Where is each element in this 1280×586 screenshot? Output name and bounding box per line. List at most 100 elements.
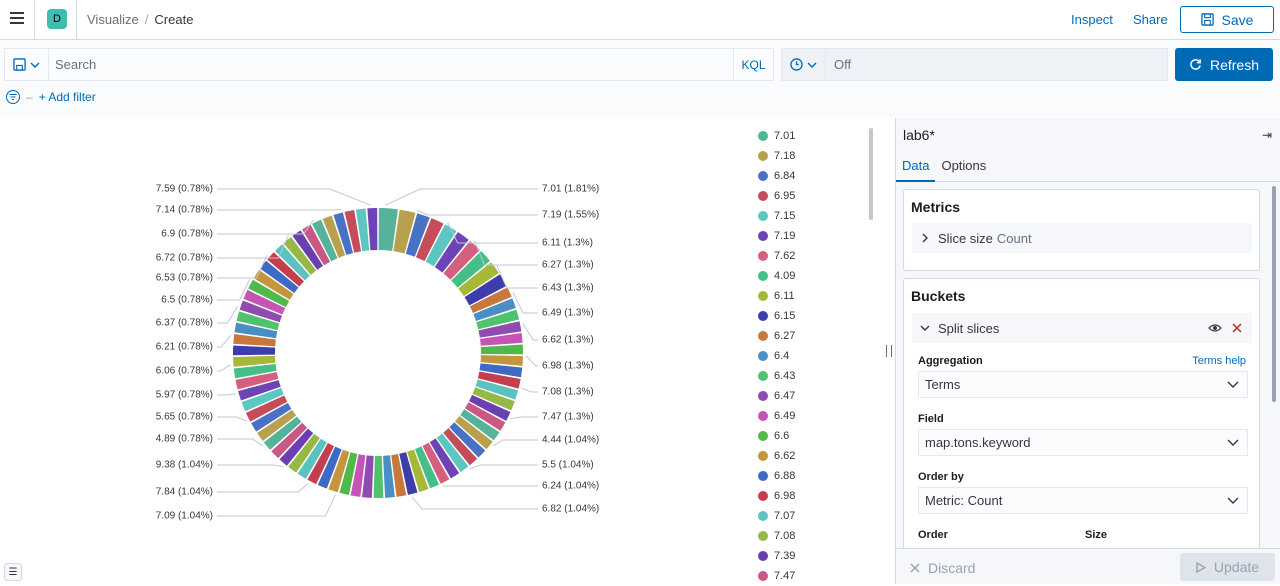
add-filter-link[interactable]: + Add filter [39, 90, 96, 104]
aggregation-select[interactable]: Terms [918, 371, 1248, 398]
slice-label: 6.43 (1.3%) [542, 283, 594, 294]
legend-item[interactable]: 7.18 [758, 146, 795, 166]
legend-item[interactable]: 6.15 [758, 306, 795, 326]
update-button[interactable]: Update [1180, 553, 1275, 581]
eye-icon[interactable] [1208, 322, 1222, 334]
legend-label: 6.15 [774, 310, 795, 322]
field-select[interactable]: map.tons.keyword [918, 429, 1248, 456]
label-leader-line [217, 335, 231, 347]
legend-item[interactable]: 6.95 [758, 186, 795, 206]
legend-item[interactable]: 6.4 [758, 346, 795, 366]
slice-label: 7.08 (1.3%) [542, 387, 594, 398]
legend-swatch [758, 551, 768, 561]
legend-item[interactable]: 7.19 [758, 226, 795, 246]
sidebar-scrollbar[interactable] [1272, 186, 1276, 402]
inspect-link[interactable]: Inspect [1071, 12, 1113, 27]
slice-label: 6.98 (1.3%) [542, 361, 594, 372]
legend-item[interactable]: 6.88 [758, 466, 795, 486]
pie-slice[interactable] [374, 456, 384, 498]
kql-toggle[interactable]: KQL [733, 49, 773, 80]
legend-swatch [758, 331, 768, 341]
legend-item[interactable]: 6.62 [758, 446, 795, 466]
legend-label: 6.49 [774, 410, 795, 422]
slice-label: 7.59 (0.78%) [156, 184, 213, 195]
orderby-select[interactable]: Metric: Count [918, 487, 1248, 514]
legend-swatch [758, 411, 768, 421]
discard-button[interactable]: Discard [910, 560, 975, 576]
refresh-button[interactable]: Refresh [1175, 48, 1273, 81]
label-leader-line [493, 440, 538, 446]
metric-slice-size[interactable]: Slice size Count [912, 223, 1252, 253]
share-link[interactable]: Share [1133, 12, 1168, 27]
label-leader-line [217, 417, 247, 421]
slice-label: 4.89 (0.78%) [156, 434, 213, 445]
remove-icon[interactable] [1232, 323, 1242, 333]
legend-label: 7.07 [774, 510, 795, 522]
order-label: Order [918, 529, 948, 541]
legend-item[interactable]: 6.11 [758, 286, 795, 306]
legend-item[interactable]: 6.43 [758, 366, 795, 386]
legend-item[interactable]: 7.62 [758, 246, 795, 266]
pie-slice[interactable] [481, 345, 523, 355]
terms-help-link[interactable]: Terms help [1192, 355, 1246, 367]
label-leader-line [217, 235, 288, 258]
filter-options-icon[interactable] [6, 90, 20, 104]
legend-item[interactable]: 6.6 [758, 426, 795, 446]
space-avatar[interactable]: D [47, 9, 67, 29]
legend-item[interactable]: 6.84 [758, 166, 795, 186]
search-input[interactable]: Search [49, 49, 733, 80]
saved-query-button[interactable] [5, 49, 49, 80]
time-picker: Off [781, 48, 1168, 81]
legend-label: 6.62 [774, 450, 795, 462]
bucket-split-slices[interactable]: Split slices [912, 313, 1252, 343]
breadcrumb: Visualize / Create [87, 12, 193, 27]
legend-item[interactable]: 6.47 [758, 386, 795, 406]
legend-swatch [758, 251, 768, 261]
chevron-down-icon [1227, 378, 1239, 390]
label-leader-line [217, 394, 236, 395]
legend-item[interactable]: 6.98 [758, 486, 795, 506]
play-icon [1196, 562, 1206, 573]
slice-label: 6.82 (1.04%) [542, 504, 599, 515]
resize-handle[interactable] [886, 345, 892, 357]
legend-item[interactable]: 7.07 [758, 506, 795, 526]
tab-options[interactable]: Options [935, 154, 992, 182]
save-button[interactable]: Save [1180, 6, 1274, 33]
legend-item[interactable]: 4.09 [758, 266, 795, 286]
legend-label: 6.11 [774, 290, 795, 302]
quick-time-button[interactable] [782, 49, 826, 80]
slice-label: 6.53 (0.78%) [156, 273, 213, 284]
saved-query-icon [13, 58, 26, 71]
legend-swatch [758, 431, 768, 441]
slice-label: 6.72 (0.78%) [156, 253, 213, 264]
tab-data[interactable]: Data [896, 154, 935, 182]
legend-item[interactable]: 7.08 [758, 526, 795, 546]
menu-icon[interactable] [10, 12, 24, 24]
query-bar: Search KQL Off Refresh – + Add filter [0, 41, 1280, 117]
legend-swatch [758, 271, 768, 281]
slice-label: 7.19 (1.55%) [542, 210, 599, 221]
legend-item[interactable]: 7.47 [758, 566, 795, 586]
discard-label: Discard [928, 560, 975, 576]
legend-label: 7.19 [774, 230, 795, 242]
pie-slice[interactable] [367, 208, 377, 250]
metrics-panel: Metrics Slice size Count [903, 189, 1260, 271]
legend-item[interactable]: 7.15 [758, 206, 795, 226]
legend-swatch [758, 531, 768, 541]
breadcrumb-visualize[interactable]: Visualize [87, 12, 139, 27]
legend-label: 6.88 [774, 470, 795, 482]
legend-toggle-icon[interactable]: ☰ [4, 563, 22, 581]
legend-item[interactable]: 6.27 [758, 326, 795, 346]
label-leader-line [217, 306, 238, 323]
legend-item[interactable]: 7.01 [758, 126, 795, 146]
visualization-panel: 7.01 (1.81%)7.19 (1.55%)6.11 (1.3%)6.27 … [0, 118, 885, 584]
legend-label: 7.47 [774, 570, 795, 582]
legend-item[interactable]: 6.49 [758, 406, 795, 426]
refresh-interval-value[interactable]: Off [826, 57, 851, 72]
legend-label: 6.4 [774, 350, 789, 362]
collapse-sidebar-icon[interactable]: ⇥ [1262, 128, 1272, 142]
legend-scrollbar[interactable] [869, 128, 873, 220]
pie-slice[interactable] [233, 345, 275, 355]
legend-item[interactable]: 7.39 [758, 546, 795, 566]
legend-label: 7.39 [774, 550, 795, 562]
